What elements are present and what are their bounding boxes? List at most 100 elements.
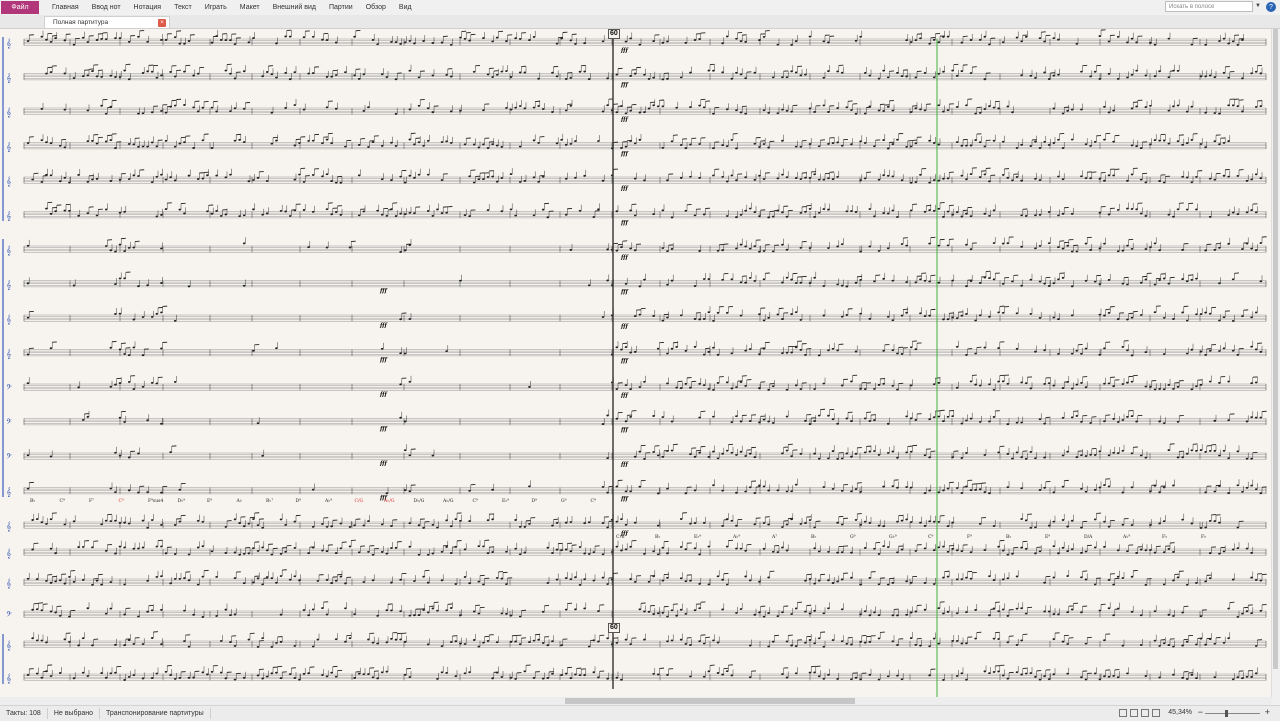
note-head — [1071, 213, 1074, 215]
note-head — [372, 141, 375, 143]
help-icon[interactable]: ? — [1266, 2, 1276, 12]
note-head — [634, 522, 637, 524]
chevron-down-icon[interactable]: ▼ — [1255, 3, 1261, 9]
note-head — [1214, 450, 1217, 452]
note-head — [312, 526, 315, 528]
note-head — [1135, 208, 1138, 210]
note-head — [1135, 552, 1138, 554]
file-menu-button[interactable]: Файл — [1, 1, 39, 14]
note-head — [1108, 112, 1111, 114]
note-head — [892, 349, 895, 351]
menu-notations[interactable]: Нотация — [134, 4, 162, 11]
note-head — [740, 451, 743, 453]
note-head — [910, 384, 913, 386]
close-icon[interactable]: × — [158, 19, 166, 27]
menu-review[interactable]: Обзор — [366, 4, 386, 11]
note-head — [1103, 243, 1106, 245]
note-head — [87, 416, 90, 418]
clef-icon: 𝄢 — [6, 452, 12, 463]
note-head — [156, 313, 159, 315]
note-head — [422, 40, 425, 42]
note-head — [583, 522, 586, 524]
note-head — [1071, 416, 1074, 418]
note-head — [128, 78, 131, 80]
note-head — [119, 76, 122, 78]
note-head — [321, 142, 324, 144]
note-head — [804, 522, 807, 524]
note-head — [533, 107, 536, 109]
menu-play[interactable]: Играть — [205, 4, 227, 11]
note-head — [1232, 104, 1235, 106]
menu-view[interactable]: Вид — [399, 4, 412, 11]
note-head — [662, 320, 665, 322]
note-head — [984, 213, 987, 215]
note-head — [1057, 318, 1060, 320]
note-head — [436, 527, 439, 529]
score-canvas[interactable]: 𝄞fff𝄞fff𝄞fff𝄞fff𝄞fff𝄞fff𝄞fff𝄞ffffff𝄞ffff… — [0, 29, 1280, 705]
clef-icon: 𝄢 — [6, 418, 12, 429]
note-head — [657, 105, 660, 107]
note-head — [1030, 145, 1033, 147]
note-head — [473, 143, 476, 145]
note-head — [1048, 525, 1051, 527]
note-head — [1053, 37, 1056, 39]
note-head — [1227, 176, 1230, 178]
note-head — [841, 243, 844, 245]
note-head — [491, 518, 494, 520]
note-head — [698, 250, 701, 252]
note-head — [1053, 282, 1056, 284]
note-head — [864, 547, 867, 549]
note-head — [961, 175, 964, 177]
menu-layout[interactable]: Макет — [240, 4, 260, 11]
note-head — [404, 213, 407, 215]
note-head — [197, 547, 200, 549]
note-head — [215, 175, 218, 177]
note-head — [77, 215, 80, 217]
note-head — [979, 112, 982, 114]
note-head — [951, 456, 954, 458]
note-head — [979, 176, 982, 178]
note-head — [772, 551, 775, 553]
tab-full-score[interactable]: Полная партитура × — [44, 16, 170, 28]
note-head — [404, 249, 407, 251]
note-head — [841, 457, 844, 459]
note-head — [537, 105, 540, 107]
note-head — [731, 388, 734, 390]
menu-home[interactable]: Главная — [52, 4, 79, 11]
note-head — [951, 522, 954, 524]
note-head — [1080, 488, 1083, 490]
note-head — [878, 78, 881, 80]
note-head — [50, 174, 53, 176]
note-head — [841, 72, 844, 74]
note-head — [1103, 521, 1106, 523]
note-head — [160, 546, 163, 548]
menu-appearance[interactable]: Внешний вид — [273, 4, 316, 11]
note-head — [928, 520, 931, 522]
note-head — [330, 142, 333, 144]
note-head — [680, 518, 683, 520]
note-head — [800, 282, 803, 284]
note-head — [731, 278, 734, 280]
note-head — [1039, 37, 1042, 39]
note-head — [1057, 552, 1060, 554]
note-head — [956, 141, 959, 143]
note-head — [804, 74, 807, 76]
note-head — [1191, 279, 1194, 281]
menu-parts[interactable]: Партии — [329, 4, 353, 11]
note-head — [1066, 110, 1069, 112]
clef-icon: 𝄞 — [6, 176, 11, 187]
note-head — [1108, 279, 1111, 281]
note-head — [855, 519, 858, 521]
ribbon-search-input[interactable]: Искать в полосе — [1165, 1, 1253, 12]
note-head — [818, 212, 821, 214]
menu-text[interactable]: Текст — [174, 4, 192, 11]
note-head — [735, 386, 738, 388]
note-head — [312, 547, 315, 549]
note-head — [1255, 488, 1258, 490]
note-head — [151, 141, 154, 143]
note-head — [1218, 455, 1221, 457]
note-head — [804, 354, 807, 356]
note-head — [1034, 214, 1037, 216]
note-head — [606, 248, 609, 250]
menu-note-input[interactable]: Ввод нот — [92, 4, 121, 11]
